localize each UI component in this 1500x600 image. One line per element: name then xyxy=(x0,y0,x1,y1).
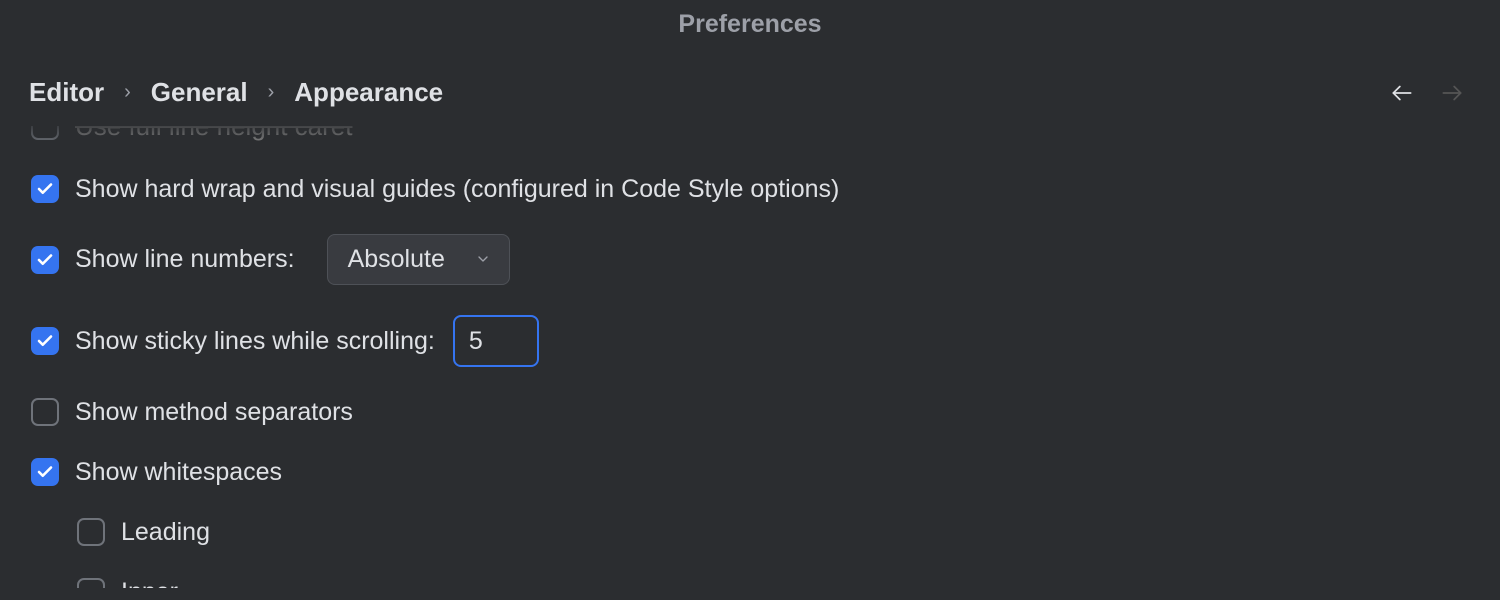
full-line-height-caret-label: Use full line height caret xyxy=(75,126,352,139)
forward-arrow-icon xyxy=(1439,80,1465,106)
window-title: Preferences xyxy=(0,0,1500,49)
line-numbers-label: Show line numbers: xyxy=(75,245,295,274)
line-numbers-checkbox[interactable] xyxy=(31,246,59,274)
leading-whitespace-option: Leading xyxy=(77,517,1469,547)
inner-whitespace-label: Inner xyxy=(121,578,178,589)
inner-whitespace-option: Inner xyxy=(77,577,1469,588)
back-arrow-icon[interactable] xyxy=(1389,80,1415,106)
whitespaces-checkbox[interactable] xyxy=(31,458,59,486)
hard-wrap-checkbox[interactable] xyxy=(31,175,59,203)
method-separators-option: Show method separators xyxy=(31,397,1469,427)
leading-whitespace-checkbox[interactable] xyxy=(77,518,105,546)
method-separators-checkbox[interactable] xyxy=(31,398,59,426)
chevron-down-icon xyxy=(475,246,491,274)
line-numbers-select[interactable]: Absolute xyxy=(327,234,510,285)
method-separators-label: Show method separators xyxy=(75,398,353,427)
sticky-lines-label: Show sticky lines while scrolling: xyxy=(75,327,435,356)
whitespaces-option: Show whitespaces xyxy=(31,457,1469,487)
breadcrumb-editor[interactable]: Editor xyxy=(29,77,104,108)
hard-wrap-label: Show hard wrap and visual guides (config… xyxy=(75,175,839,204)
sticky-lines-input[interactable] xyxy=(453,315,539,367)
breadcrumb-separator: › xyxy=(268,81,275,104)
breadcrumb-separator: › xyxy=(124,81,131,104)
partial-cut-option: Use full line height caret xyxy=(31,126,1469,140)
breadcrumb-general[interactable]: General xyxy=(151,77,248,108)
line-numbers-option: Show line numbers: Absolute xyxy=(31,234,1469,285)
whitespaces-label: Show whitespaces xyxy=(75,458,282,487)
hard-wrap-option: Show hard wrap and visual guides (config… xyxy=(31,174,1469,204)
inner-whitespace-checkbox[interactable] xyxy=(77,578,105,588)
sticky-lines-option: Show sticky lines while scrolling: xyxy=(31,315,1469,367)
leading-whitespace-label: Leading xyxy=(121,518,210,547)
line-numbers-select-value: Absolute xyxy=(348,245,445,274)
full-line-height-caret-checkbox[interactable] xyxy=(31,126,59,140)
nav-arrows xyxy=(1389,80,1471,106)
breadcrumb: Editor › General › Appearance xyxy=(29,77,443,108)
sticky-lines-checkbox[interactable] xyxy=(31,327,59,355)
breadcrumb-appearance[interactable]: Appearance xyxy=(294,77,443,108)
breadcrumb-bar: Editor › General › Appearance xyxy=(0,49,1500,126)
